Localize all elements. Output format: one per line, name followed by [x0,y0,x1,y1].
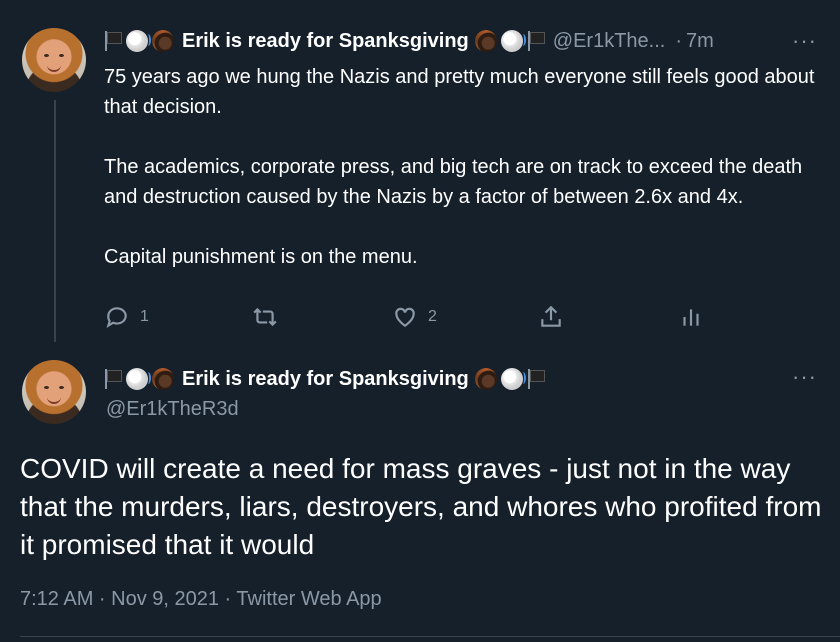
share-icon [541,305,561,327]
reply-button[interactable]: 1 [104,304,149,330]
avatar-smile [47,64,61,72]
turkey-icon [152,30,174,52]
analytics-button[interactable] [678,304,704,330]
turkey-icon [152,368,174,390]
thread-line [54,100,56,342]
black-flag-icon [527,31,545,51]
avatar-eye [44,386,49,389]
avatar-eye [44,54,49,57]
tweet-paragraph: 75 years ago we hung the Nazis and prett… [104,66,815,118]
handle[interactable]: @Er1kThe... [553,30,666,53]
black-flag-icon [104,369,122,389]
analytics-icon [683,309,699,326]
tweet-header: Erik is ready for Spanksgiving [104,366,549,392]
like-button[interactable]: 2 [392,304,437,330]
reply-icon [106,307,127,329]
retweet-icon [253,307,277,327]
avatar-eye [59,54,64,57]
waving-hand-icon [500,368,526,390]
retweet-button[interactable] [252,304,288,330]
waving-hand-icon [126,368,151,390]
display-name[interactable]: Erik is ready for Spanksgiving [182,368,469,391]
avatar-eye [59,386,64,389]
more-icon[interactable]: ··· [792,366,817,388]
share-button[interactable] [538,304,564,330]
tweet-time[interactable]: 7m [686,30,714,53]
like-count: 2 [428,308,437,325]
waving-hand-icon [126,30,151,52]
avatar[interactable] [22,360,86,424]
waving-hand-icon [500,30,526,52]
tweet-header: Erik is ready for Spanksgiving @Er1kThe.… [104,28,714,54]
divider [20,636,840,637]
tweet-timestamp[interactable]: 7:12 AM · Nov 9, 2021 · Twitter Web App [20,588,382,611]
black-flag-icon [104,31,122,51]
avatar[interactable] [22,28,86,92]
turkey-icon [474,368,497,390]
tweet-paragraph: The academics, corporate press, and big … [104,156,803,208]
tweet-actions: 1 2 [104,298,724,338]
separator: · [675,29,683,52]
tweet-paragraph: Capital punishment is on the menu. [104,246,418,268]
like-icon [395,307,415,327]
tweet-body: 75 years ago we hung the Nazis and prett… [104,62,824,302]
black-flag-icon [527,369,545,389]
handle[interactable]: @Er1kTheR3d [106,396,239,422]
more-icon[interactable]: ··· [792,30,817,52]
turkey-icon [474,30,497,52]
display-name[interactable]: Erik is ready for Spanksgiving [182,30,469,53]
avatar-smile [47,396,61,404]
reply-count: 1 [140,308,149,325]
main-tweet-text: COVID will create a need for mass graves… [20,453,822,560]
